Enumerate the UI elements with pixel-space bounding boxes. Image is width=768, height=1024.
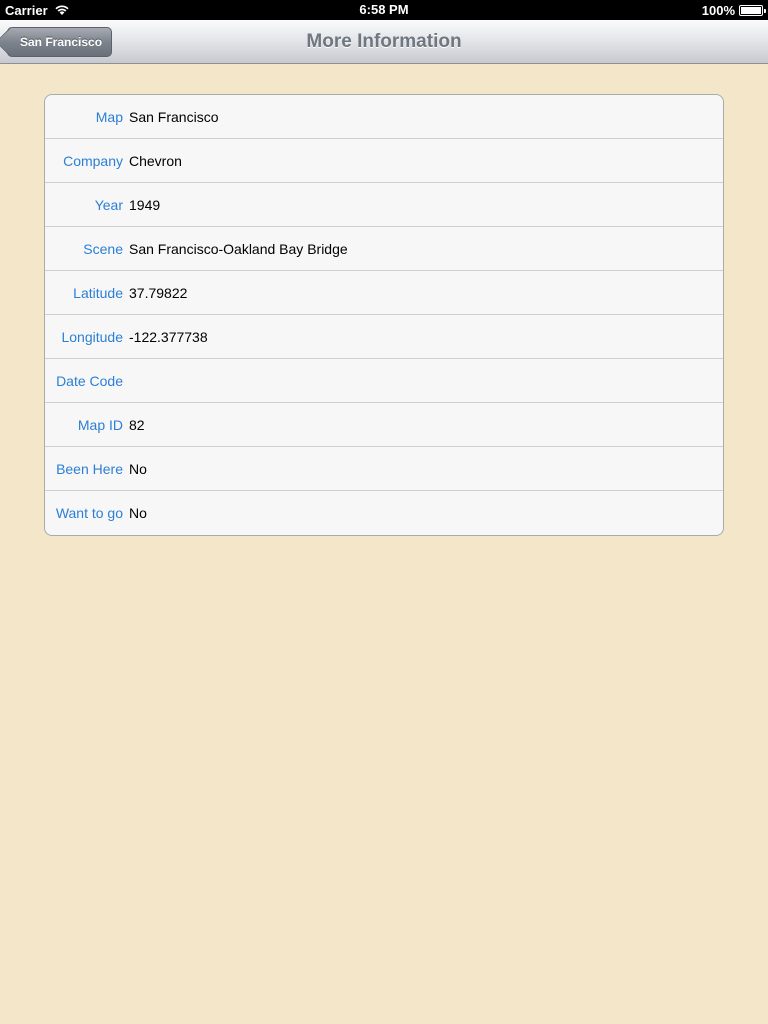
status-bar: Carrier 6:58 PM 100% [0, 0, 768, 20]
row-value: San Francisco-Oakland Bay Bridge [129, 240, 348, 257]
row-value: Chevron [129, 152, 182, 169]
row-label: Map [95, 108, 123, 125]
battery-icon [739, 4, 766, 16]
row-value: 1949 [129, 196, 161, 213]
table-row-date-code: Date Code [45, 359, 723, 403]
status-right: 100% [701, 2, 766, 18]
navigation-bar: More Information San Francisco [0, 20, 768, 64]
table-row-map-id: Map ID 82 [45, 403, 723, 447]
back-button-label: San Francisco [20, 35, 103, 49]
table-row-longitude: Longitude -122.377738 [45, 315, 723, 359]
row-label: Want to go [55, 505, 123, 521]
row-label: Latitude [73, 284, 123, 301]
row-value: -122.377738 [129, 328, 208, 345]
row-value: 37.79822 [129, 284, 188, 301]
row-value: No [129, 460, 147, 477]
table-row-map: Map San Francisco [45, 95, 723, 139]
status-time: 6:58 PM [359, 2, 409, 17]
info-table: Map San Francisco Company Chevron Year 1… [44, 94, 724, 536]
row-label: Company [63, 152, 123, 169]
row-label: Longitude [61, 328, 123, 345]
row-label: Date Code [56, 372, 123, 389]
table-row-want-to-go: Want to go No [45, 491, 723, 535]
table-row-year: Year 1949 [45, 183, 723, 227]
row-label: Been Here [56, 460, 123, 477]
table-row-company: Company Chevron [45, 139, 723, 183]
row-value: No [129, 505, 147, 521]
table-row-scene: Scene San Francisco-Oakland Bay Bridge [45, 227, 723, 271]
back-button[interactable]: San Francisco [7, 27, 113, 57]
battery-percent: 100% [701, 2, 735, 18]
table-row-latitude: Latitude 37.79822 [45, 271, 723, 315]
page-title: More Information [306, 31, 462, 52]
row-value: 82 [129, 416, 145, 433]
row-label: Year [94, 196, 123, 213]
row-label: Map ID [77, 416, 123, 433]
row-value: San Francisco [129, 108, 219, 125]
table-row-been-here: Been Here No [45, 447, 723, 491]
row-label: Scene [83, 240, 123, 257]
